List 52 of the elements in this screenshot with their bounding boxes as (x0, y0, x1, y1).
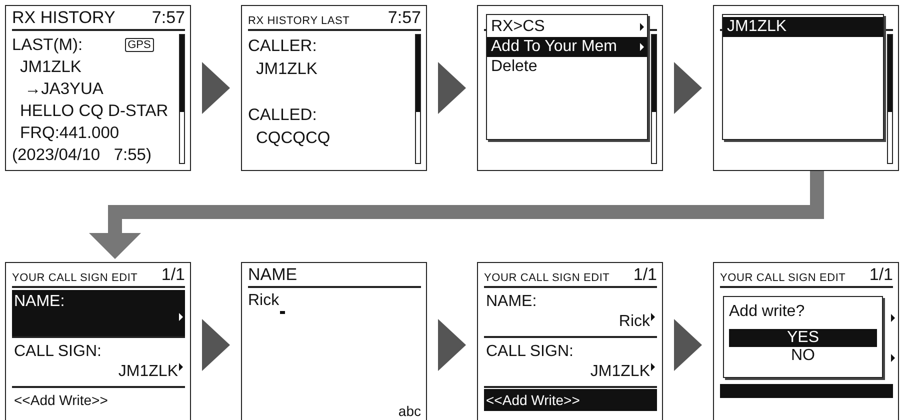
dialog-option[interactable]: NO (729, 347, 877, 365)
settings-row[interactable]: CALL SIGN: JM1ZLK (12, 340, 185, 388)
info-text: HELLO CQ D-STAR (20, 101, 168, 121)
input-mode-label: abc (398, 403, 421, 419)
page-indicator: 1/1 (161, 265, 185, 285)
clock-time: 7:57 (388, 8, 421, 28)
row-value: Rick (618, 312, 650, 332)
info-text: →JA3YUA (24, 79, 104, 99)
settings-row[interactable]: NAME: Rick (484, 290, 657, 338)
info-text: (2023/04/10 7:55) (12, 145, 152, 165)
screen-title: YOUR CALL SIGN EDIT (720, 271, 846, 285)
menu-item[interactable]: JM1ZLK (723, 17, 883, 37)
name-input-field[interactable]: Rick (248, 291, 280, 311)
row-label: CALL SIGN: (14, 342, 102, 362)
page-indicator: 1/1 (869, 265, 893, 285)
step-arrow-icon (438, 319, 466, 371)
menu-item[interactable]: RX>CS (487, 17, 647, 37)
menu-item[interactable]: Add To Your Mem (487, 37, 647, 57)
clock-time: 7:57 (152, 8, 185, 28)
menu-item[interactable]: Delete (487, 57, 647, 77)
row-label: NAME: (14, 292, 66, 312)
screen-title: YOUR CALL SIGN EDIT (484, 271, 610, 285)
screen-title: NAME (248, 265, 298, 285)
add-write-item[interactable]: <<Add Write>> (484, 389, 657, 411)
step-arrow-icon (438, 62, 466, 114)
settings-row[interactable]: NAME: (12, 290, 185, 338)
step-arrow-icon (674, 62, 702, 114)
row-label: NAME: (486, 292, 538, 312)
step-arrow-icon (202, 319, 230, 371)
info-text: FRQ:441.000 (20, 123, 120, 143)
info-text: CALLED: (248, 104, 317, 124)
row-value: JM1ZLK (590, 362, 650, 382)
submenu-arrow-icon (891, 354, 895, 362)
dialog-question: Add write? (729, 302, 806, 322)
add-write-item[interactable]: <<Add Write>> (12, 389, 185, 411)
dialog-option[interactable]: YES (729, 329, 877, 347)
row-value: JM1ZLK (118, 362, 178, 382)
page-indicator: 1/1 (633, 265, 657, 285)
submenu-arrow-icon (891, 314, 895, 322)
screen-title: YOUR CALL SIGN EDIT (12, 271, 138, 285)
screen-title: RX HISTORY LAST (248, 14, 350, 28)
info-text: CQCQCQ (256, 128, 330, 148)
info-text: JM1ZLK (256, 58, 318, 78)
gps-badge: GPS (124, 38, 154, 52)
info-text: LAST(M): (12, 35, 83, 55)
text-cursor (280, 311, 286, 314)
info-text: JM1ZLK (20, 57, 82, 77)
step-arrow-icon (202, 62, 230, 114)
info-text: CALLER: (248, 36, 317, 56)
screen-title: RX HISTORY (12, 8, 116, 28)
row-label: CALL SIGN: (486, 342, 574, 362)
step-arrow-icon (674, 319, 702, 371)
